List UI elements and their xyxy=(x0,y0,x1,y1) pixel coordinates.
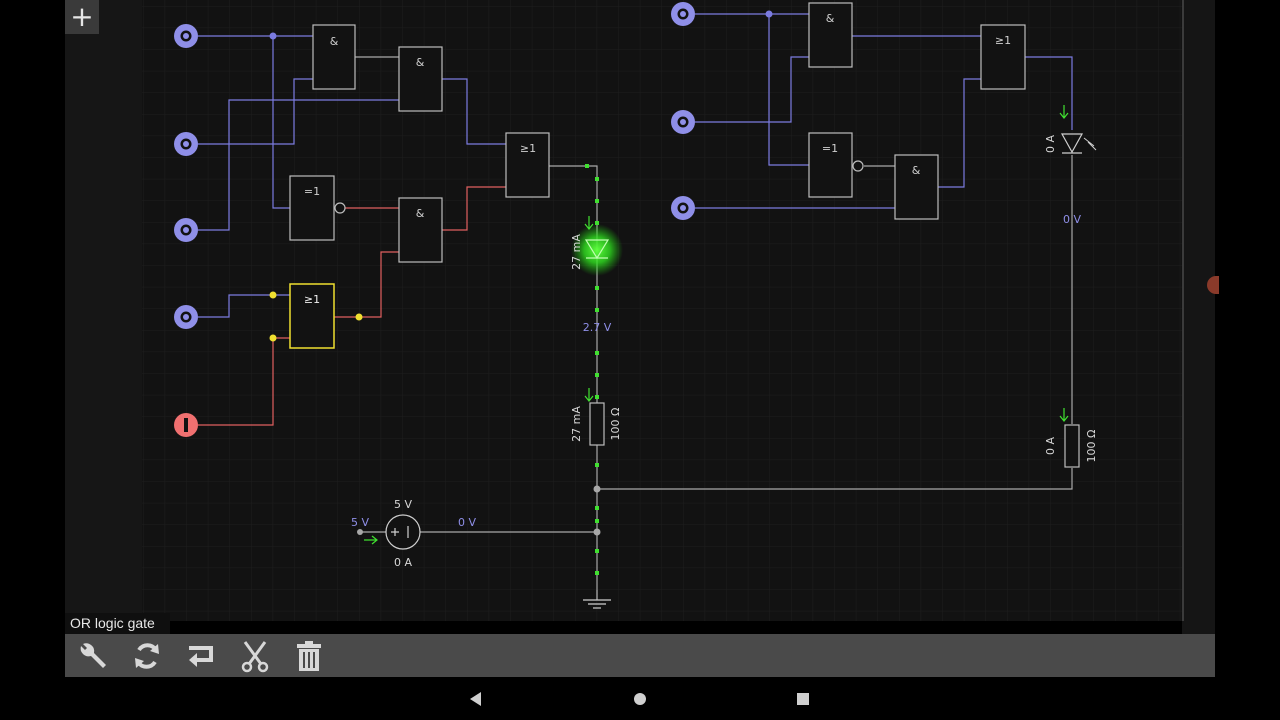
delete-button[interactable] xyxy=(282,634,336,677)
voltage-source[interactable] xyxy=(385,514,421,550)
and-gate-4-label: & xyxy=(826,12,835,25)
input-switch-6 xyxy=(671,2,695,26)
back-icon[interactable] xyxy=(466,689,486,709)
resistor-1-value: 100 Ω xyxy=(609,408,622,441)
and-gate-3-label: & xyxy=(416,207,425,220)
resistor-1[interactable] xyxy=(589,402,605,446)
bottom-toolbar xyxy=(65,634,1215,677)
input-switch-4 xyxy=(174,305,198,329)
and-gate-2-label: & xyxy=(416,56,425,69)
home-icon[interactable] xyxy=(630,689,650,709)
input-switch-3 xyxy=(174,218,198,242)
scissors-icon xyxy=(241,640,269,672)
xor-gate-1-label: =1 xyxy=(304,185,320,198)
recents-icon[interactable] xyxy=(793,689,813,709)
xor-inverter-bubble-2 xyxy=(852,160,864,172)
xor-gate-2-label: =1 xyxy=(822,142,838,155)
android-nav-bar xyxy=(0,677,1280,720)
or-gate-right-label: ≥1 xyxy=(995,34,1011,47)
or-gate-main-label: ≥1 xyxy=(520,142,536,155)
resistor-2-current-readout: 0 A xyxy=(1044,437,1057,455)
input-switch-7 xyxy=(671,110,695,134)
rotate-button[interactable] xyxy=(120,634,174,677)
node-voltage-readout: 2.7 V xyxy=(583,321,612,334)
led-1-current-readout: 27 mA xyxy=(570,234,583,270)
plus-icon: + xyxy=(70,0,94,33)
resistor-2[interactable] xyxy=(1064,424,1080,468)
source-voltage-label: 5 V xyxy=(351,516,369,529)
cut-wires-button[interactable] xyxy=(228,634,282,677)
ground-voltage-readout: 0 V xyxy=(458,516,476,529)
input-switch-5-high xyxy=(174,413,198,437)
mirror-icon xyxy=(189,645,213,667)
mirror-button[interactable] xyxy=(174,634,228,677)
or-gate-selected-label: ≥1 xyxy=(304,293,320,306)
and-gate-1-label: & xyxy=(330,35,339,48)
resistor-1-current-readout: 27 mA xyxy=(570,406,583,442)
right-edge xyxy=(1182,0,1215,634)
properties-button[interactable] xyxy=(66,634,120,677)
source-top-label: 5 V xyxy=(394,498,412,511)
left-panel xyxy=(65,0,142,613)
led-2-current-readout: 0 A xyxy=(1044,135,1057,153)
xor-inverter-bubble xyxy=(334,202,346,214)
selected-component-label: OR logic gate xyxy=(65,613,170,634)
resistor-2-value: 100 Ω xyxy=(1085,430,1098,463)
led-2-node-voltage: 0 V xyxy=(1063,213,1081,226)
and-gate-5-label: & xyxy=(912,164,921,177)
source-current-readout: 0 A xyxy=(394,556,412,569)
trash-icon xyxy=(297,640,321,671)
drawer-handle[interactable] xyxy=(1207,276,1219,294)
circuit-diagram[interactable]: & & ≥1 =1 & ≥1 & ≥1 =1 & 27 mA 2.7 V 27 … xyxy=(142,0,1182,621)
wrench-icon xyxy=(80,642,106,668)
add-component-button[interactable]: + xyxy=(65,0,99,34)
input-switch-2 xyxy=(174,132,198,156)
input-switch-1 xyxy=(174,24,198,48)
rotate-icon xyxy=(135,642,159,669)
input-switch-8 xyxy=(671,196,695,220)
circuit-canvas[interactable]: & & ≥1 =1 & ≥1 & ≥1 =1 & 27 mA 2.7 V 27 … xyxy=(142,0,1182,621)
